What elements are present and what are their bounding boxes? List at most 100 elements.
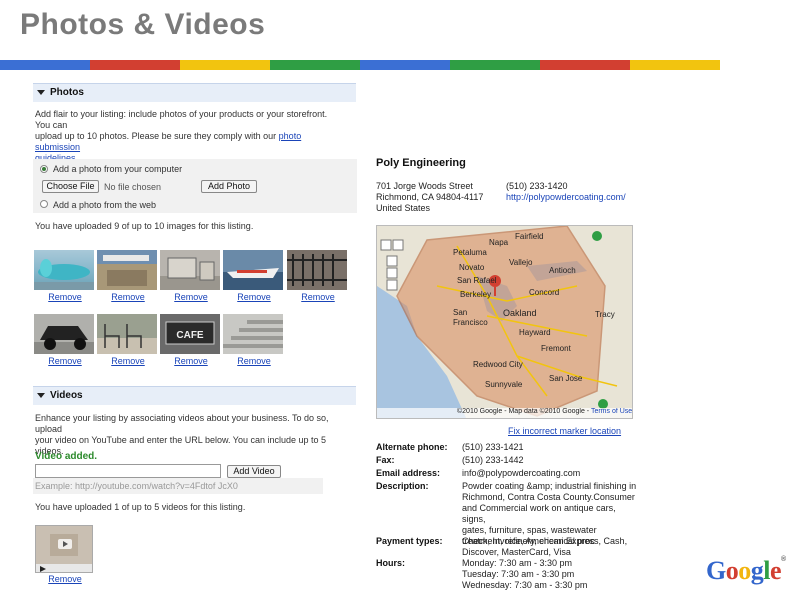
video-added-message: Video added. [35,451,98,462]
map-label-redwood-city: Redwood City [473,360,523,369]
remove-photo-link[interactable]: Remove [224,356,284,366]
detail-line: Wednesday: 7:30 am - 3:30 pm [462,580,588,590]
photos-section-header[interactable]: Photos [33,83,356,102]
videos-count: You have uploaded 1 of up to 5 videos fo… [35,502,246,512]
detail-label-fax: Fax: [376,455,395,465]
videos-section-header[interactable]: Videos [33,386,356,405]
detail-line: and Commercial work on antique cars, sig… [462,503,616,524]
remove-photo-link[interactable]: Remove [161,292,221,302]
map-label-san-rafael: San Rafael [457,276,497,285]
furniture-photo-icon [160,257,220,290]
remove-video-link[interactable]: Remove [35,574,95,584]
photo-thumbnail[interactable] [287,250,347,290]
video-thumbnail[interactable] [35,525,93,573]
photo-thumbnail[interactable] [34,314,94,354]
detail-line: Tuesday: 7:30 am - 3:30 pm [462,569,575,579]
photo-thumbnail[interactable] [223,250,283,290]
video-example-text: Example: http://youtube.com/watch?v=4Fdt… [35,481,238,491]
remove-photo-link[interactable]: Remove [161,356,221,366]
videos-intro-line1: Enhance your listing by associating vide… [35,413,329,434]
photos-count: You have uploaded 9 of up to 10 images f… [35,221,254,231]
map-attribution: ©2010 Google - Map data ©2010 Google - [457,408,590,415]
remove-photo-link[interactable]: Remove [98,356,158,366]
detail-line: (510) 233-1421 [462,442,524,452]
business-website-link[interactable]: http://polypowdercoating.com/ [506,192,626,202]
map-label-sunnyvale: Sunnyvale [485,380,523,389]
remove-photo-link[interactable]: Remove [35,356,95,366]
video-url-input[interactable] [35,464,221,478]
video-player-icon [36,526,92,572]
map-label-berkeley: Berkeley [460,290,492,299]
photos-intro: Add flair to your listing: include photo… [35,109,335,164]
map-label-hayward: Hayward [519,328,551,337]
map-terms-link[interactable]: Terms of Use [591,408,632,415]
add-video-button[interactable]: Add Video [227,465,281,478]
map-attribution-bar: ©2010 Google - Map data ©2010 Google - T… [377,408,632,418]
collapse-triangle-icon[interactable] [37,392,45,398]
remove-photo-link[interactable]: Remove [288,292,348,302]
logo-letter: g [750,556,764,585]
radio-from-web[interactable] [40,200,48,208]
detail-label-email: Email address: [376,468,441,478]
photo-thumbnail[interactable] [223,314,283,354]
collapse-triangle-icon[interactable] [37,89,45,95]
detail-line: Discover, MasterCard, Visa [462,547,571,557]
logo-letter: o [725,556,739,585]
add-photo-button[interactable]: Add Photo [201,180,257,193]
detail-line: (510) 233-1442 [462,455,524,465]
remove-photo-link[interactable]: Remove [98,292,158,302]
slide-title: Photos & Videos [20,8,266,41]
car-photo-icon [34,259,94,290]
map-label-napa: Napa [489,238,509,247]
business-address: 701 Jorge Woods Street Richmond, CA 9480… [376,181,483,214]
fix-marker-link[interactable]: Fix incorrect marker location [508,426,621,436]
photo-thumbnail[interactable] [160,250,220,290]
map-label-fairfield: Fairfield [515,232,544,241]
photo-thumbnail[interactable]: CAFE [160,314,220,354]
address-line2: Richmond, CA 94804-4117 [376,192,484,202]
hotrod-photo-icon [34,326,94,354]
detail-line: Powder coating &amp; industrial finishin… [462,481,637,491]
detail-value-hours: Monday: 7:30 am - 3:30 pm Tuesday: 7:30 … [462,558,640,592]
map-label-vallejo: Vallejo [509,258,533,267]
business-name: Poly Engineering [376,157,466,169]
map-label-petaluma: Petaluma [453,248,487,257]
radio-from-computer[interactable] [40,165,48,173]
google-logo: Google® [706,556,786,586]
business-contact: (510) 233-1420 http://polypowdercoating.… [506,181,626,203]
map-label-antioch: Antioch [549,266,576,275]
option-computer-label: Add a photo from your computer [53,164,183,174]
photo-thumbnail[interactable] [97,314,157,354]
business-map[interactable]: Napa Fairfield Petaluma Vallejo Novato A… [376,225,633,419]
gate-photo-icon [287,250,347,290]
remove-photo-link[interactable]: Remove [35,292,95,302]
photo-thumbnail[interactable] [97,250,157,290]
svg-text:CAFE: CAFE [176,330,204,341]
business-phone: (510) 233-1420 [506,181,568,191]
option-web-label: Add a photo from the web [53,200,157,210]
shop-photo-icon [97,250,157,290]
detail-label-hours: Hours: [376,558,405,568]
logo-letter: o [738,556,751,585]
choose-file-button[interactable]: Choose File [42,180,99,193]
color-stripe [0,60,720,70]
photos-intro-line2-wrap: upload up to 10 photos. Please be sure t… [35,131,335,153]
map-canvas [377,226,632,418]
map-label-san-jose: San Jose [549,374,583,383]
detail-label-description: Description: [376,481,429,491]
photo-thumbnail[interactable] [34,250,94,290]
detail-value-payment: Check, Invoice, American Express, Cash, … [462,536,640,558]
boat-photo-icon [223,268,283,290]
detail-line: Richmond, Contra Costa County.Consumer [462,492,635,502]
address-line1: 701 Jorge Woods Street [376,181,473,191]
map-label-tracy: Tracy [595,310,615,319]
detail-value-fax: (510) 233-1442 [462,455,640,466]
map-label-san-francisco: San Francisco [453,308,488,327]
photos-intro-line1: Add flair to your listing: include photo… [35,109,328,130]
detail-label-alternate-phone: Alternate phone: [376,442,448,452]
photos-intro-line2: upload up to 10 photos. Please be sure t… [35,131,277,141]
stairs-photo-icon [223,320,283,348]
detail-value-alternate-phone: (510) 233-1421 [462,442,640,453]
logo-letter: e [769,556,782,585]
remove-photo-link[interactable]: Remove [224,292,284,302]
